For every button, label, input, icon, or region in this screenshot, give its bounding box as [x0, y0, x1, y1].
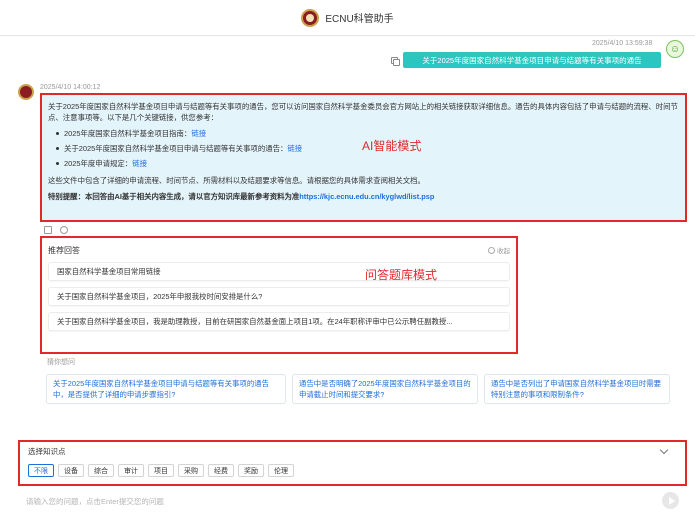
send-button[interactable] — [662, 492, 679, 509]
app-header: ECNU科管助手 — [0, 0, 695, 36]
link-label: 2025年度国家自然科学基金项目指南： — [64, 129, 192, 138]
guess-question[interactable]: 通告中是否明确了2025年度国家自然科学基金项目的申请截止时间和提交要求? — [292, 374, 478, 404]
qa-mode-annotation: 问答题库模式 — [365, 268, 438, 282]
chat-input[interactable] — [26, 496, 646, 506]
guess-question[interactable]: 关于2025年度国家自然科学基金项目申请与结题等有关事项的通告中，是否提供了详细… — [46, 374, 286, 404]
chip-ethics[interactable]: 伦理 — [268, 464, 294, 477]
knowledge-title: 选择知识点 — [28, 447, 66, 456]
recommend-item[interactable]: 关于国家自然科学基金项目，我是助理教授，目前在研国家自然基金面上项目1项。在24… — [48, 312, 510, 331]
chat-input-bar — [18, 489, 687, 513]
chip-procurement[interactable]: 采购 — [178, 464, 204, 477]
collapse-icon — [488, 246, 495, 254]
ai-answer-box: 关于2025年度国家自然科学基金项目申请与结题等有关事项的通告，您可以访问国家自… — [40, 93, 687, 222]
bot-message-timestamp: 2025/4/10 14:00:12 — [40, 84, 101, 91]
user-avatar: ☺ — [666, 40, 684, 58]
notice-link[interactable]: 链接 — [287, 144, 302, 153]
answer-summary: 这些文件中包含了详细的申请流程、时间节点、所需材料以及结题要求等信息。请根据您的… — [48, 176, 425, 185]
ai-mode-annotation: AI智能模式 — [362, 139, 422, 153]
knowledge-base-link[interactable]: https://kjc.ecnu.edu.cn/kyglwd/list.psp — [299, 192, 434, 201]
copy-icon[interactable] — [44, 226, 52, 234]
app-title: ECNU科管助手 — [325, 14, 394, 25]
chip-general[interactable]: 综合 — [88, 464, 114, 477]
answer-intro: 关于2025年度国家自然科学基金项目申请与结题等有关事项的通告，您可以访问国家自… — [48, 102, 678, 122]
user-message-timestamp: 2025/4/10 13:59:38 — [592, 40, 653, 47]
refresh-icon[interactable] — [60, 226, 68, 234]
copy-icon[interactable] — [391, 57, 400, 66]
link-label: 关于2025年度国家自然科学基金项目申请与结题等有关事项的通告： — [64, 144, 288, 153]
disclaimer-text: 特别提醒：本回答由AI基于相关内容生成，请以官方知识库最新参考资料为准 — [48, 192, 300, 201]
recommend-title: 推荐回答 — [48, 245, 80, 255]
recommend-item[interactable]: 国家自然科学基金项目常用链接 — [48, 262, 510, 281]
recommend-item[interactable]: 关于国家自然科学基金项目，2025年申报我校时间安排是什么? — [48, 287, 510, 306]
chip-project[interactable]: 项目 — [148, 464, 174, 477]
knowledge-selector: 选择知识点 不限 设备 综合 审计 项目 采购 经费 奖励 伦理 — [18, 440, 687, 486]
recommend-panel: 推荐回答 收起 国家自然科学基金项目常用链接 关于国家自然科学基金项目，2025… — [40, 236, 518, 354]
bot-avatar — [18, 84, 34, 100]
user-message-bubble: 关于2025年度国家自然科学基金项目申请与结题等有关事项的通告 — [403, 52, 661, 68]
ecnu-logo-icon — [301, 8, 320, 27]
rules-link[interactable]: 链接 — [132, 159, 147, 168]
chip-equipment[interactable]: 设备 — [58, 464, 84, 477]
collapse-label: 收起 — [497, 248, 510, 255]
answer-actions — [44, 226, 68, 234]
chevron-down-icon[interactable] — [659, 445, 669, 455]
list-item: 2025年度申请规定：链接 — [56, 158, 679, 169]
guess-question[interactable]: 通告中是否列出了申请国家自然科学基金项目时需要特别注意的事项和限制条件? — [484, 374, 670, 404]
recommend-header: 推荐回答 收起 — [48, 243, 510, 257]
guess-title: 猜你想问 — [47, 359, 75, 366]
chip-audit[interactable]: 审计 — [118, 464, 144, 477]
chip-all[interactable]: 不限 — [28, 464, 54, 477]
guide-link[interactable]: 链接 — [191, 129, 206, 138]
link-label: 2025年度申请规定： — [64, 159, 133, 168]
ai-disclaimer: 特别提醒：本回答由AI基于相关内容生成，请以官方知识库最新参考资料为准https… — [48, 191, 679, 202]
chip-funding[interactable]: 经费 — [208, 464, 234, 477]
chip-award[interactable]: 奖励 — [238, 464, 264, 477]
knowledge-header: 选择知识点 — [28, 445, 677, 458]
collapse-button[interactable]: 收起 — [488, 245, 510, 255]
send-icon — [668, 496, 675, 505]
knowledge-chips: 不限 设备 综合 审计 项目 采购 经费 奖励 伦理 — [28, 464, 677, 477]
